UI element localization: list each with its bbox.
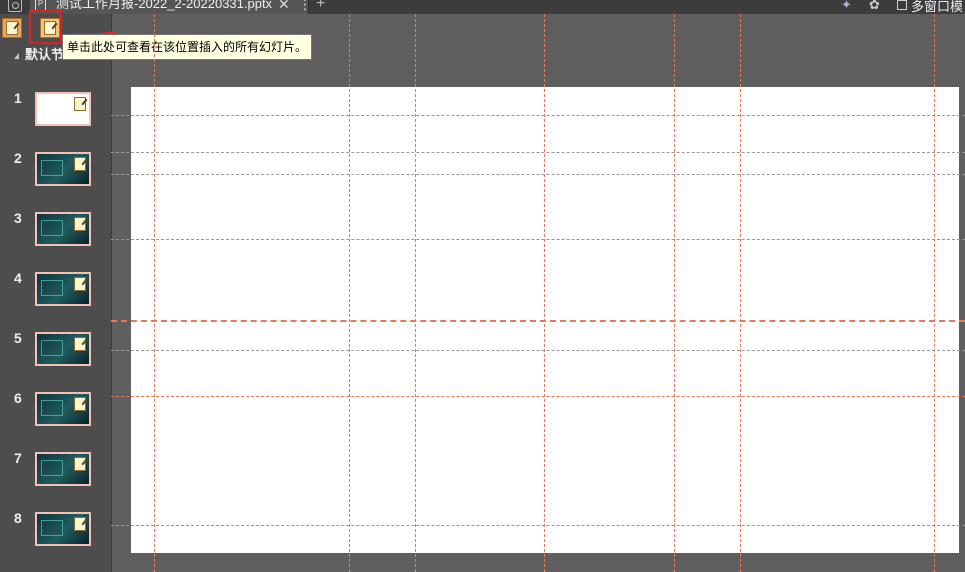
slide-content-preview (41, 460, 63, 476)
gear-icon[interactable]: ✿ (869, 0, 880, 13)
insert-slide-icon[interactable] (74, 97, 86, 111)
tooltip: 单击此处可查看在该位置插入的所有幻灯片。 (62, 34, 312, 60)
slide-content-preview (41, 400, 63, 416)
insert-slide-icon[interactable] (74, 517, 86, 531)
slide-thumbnail-item[interactable]: 4 (0, 270, 111, 310)
slide-thumbnail-item[interactable]: 8 (0, 510, 111, 550)
slide-content-preview (41, 280, 63, 296)
slide-content-preview (41, 220, 63, 236)
slide-content-preview (41, 520, 63, 536)
slide-number: 5 (14, 330, 22, 346)
document-tab-title: 测试工作月报-2022_2-20220331.pptx (56, 0, 273, 11)
slide-number: 4 (14, 270, 22, 286)
vertical-guide[interactable] (934, 14, 935, 572)
horizontal-guide[interactable] (111, 239, 965, 240)
slide-thumbnail[interactable] (35, 212, 91, 246)
slide-number: 1 (14, 90, 22, 106)
collapse-triangle-icon[interactable] (14, 52, 19, 59)
insert-slide-icon[interactable] (74, 457, 86, 471)
slide-thumbnail[interactable] (35, 272, 91, 306)
more-icon[interactable]: ⋮ (298, 0, 312, 12)
vertical-guide[interactable] (154, 14, 155, 572)
app-icon[interactable] (8, 0, 22, 12)
horizontal-guide[interactable] (111, 152, 965, 153)
section-header[interactable]: 默认节 (14, 44, 64, 63)
slide-thumbnail[interactable] (35, 392, 91, 426)
magic-wand-icon[interactable]: ✦ (841, 0, 852, 13)
slide-thumbnail-item[interactable]: 5 (0, 330, 111, 370)
multi-window-label: 多窗口模 (911, 0, 964, 14)
slide-thumbnail-preview (37, 454, 89, 484)
multi-window-checkbox[interactable] (897, 0, 907, 10)
slide-thumbnail-preview (37, 334, 89, 364)
slide-thumbnail-preview (37, 514, 89, 544)
vertical-guide[interactable] (349, 14, 350, 572)
slide-content-preview (41, 340, 63, 356)
annotation-highlight-box (29, 10, 62, 44)
slide-thumbnail-item[interactable]: 7 (0, 450, 111, 490)
insert-slide-icon[interactable] (74, 337, 86, 351)
slide-thumbnail-preview (37, 274, 89, 304)
slide-thumbnail[interactable] (35, 92, 91, 126)
horizontal-guide[interactable] (111, 320, 965, 322)
slide-number: 2 (14, 150, 22, 166)
document-tab[interactable]: P 测试工作月报-2022_2-20220331.pptx ✕ ⋮ (30, 0, 312, 14)
insert-slide-icon[interactable] (74, 217, 86, 231)
vertical-guide[interactable] (740, 14, 741, 572)
horizontal-guide[interactable] (111, 525, 965, 526)
vertical-guide[interactable] (674, 14, 675, 572)
insert-slide-icon[interactable] (74, 157, 86, 171)
insert-slide-icon[interactable] (74, 397, 86, 411)
new-tab-button[interactable]: + (316, 0, 325, 13)
slide-thumbnail-preview (37, 94, 89, 124)
tab-bar: P 测试工作月报-2022_2-20220331.pptx ✕ ⋮ + ✦ ✿ … (0, 0, 965, 14)
close-icon[interactable]: ✕ (278, 0, 290, 12)
slide-thumbnail-preview (37, 214, 89, 244)
section-label: 默认节 (25, 47, 65, 62)
insert-slide-button[interactable] (2, 18, 22, 38)
slide-number: 6 (14, 390, 22, 406)
tab-bar-tools: ✦ ✿ 多窗口模 (835, 0, 965, 14)
slide-number: 8 (14, 510, 22, 526)
slide-number: 7 (14, 450, 22, 466)
slide-panel: 默认节 1 2 3 4 5 6 7 8 (0, 10, 112, 572)
horizontal-guide[interactable] (111, 396, 965, 397)
slide-thumbnail-item[interactable]: 6 (0, 390, 111, 430)
slide-thumbnail[interactable] (35, 452, 91, 486)
slide-thumbnail-item[interactable]: 3 (0, 210, 111, 250)
slide-thumbnail-preview (37, 394, 89, 424)
insert-slide-icon[interactable] (74, 277, 86, 291)
slide-number: 3 (14, 210, 22, 226)
slide-thumbnail[interactable] (35, 332, 91, 366)
slide-thumbnail-item[interactable]: 2 (0, 150, 111, 190)
vertical-guide[interactable] (415, 14, 416, 572)
slide-thumbnail-item[interactable]: 1 (0, 90, 111, 130)
horizontal-guide[interactable] (111, 115, 965, 116)
slide-thumbnail[interactable] (35, 152, 91, 186)
horizontal-guide[interactable] (111, 174, 965, 175)
horizontal-guide[interactable] (111, 350, 965, 351)
slide-thumbnail[interactable] (35, 512, 91, 546)
vertical-guide[interactable] (544, 14, 545, 572)
slide-content-preview (41, 160, 63, 176)
insert-slide-icon (6, 21, 18, 35)
slide-thumbnail-preview (37, 154, 89, 184)
